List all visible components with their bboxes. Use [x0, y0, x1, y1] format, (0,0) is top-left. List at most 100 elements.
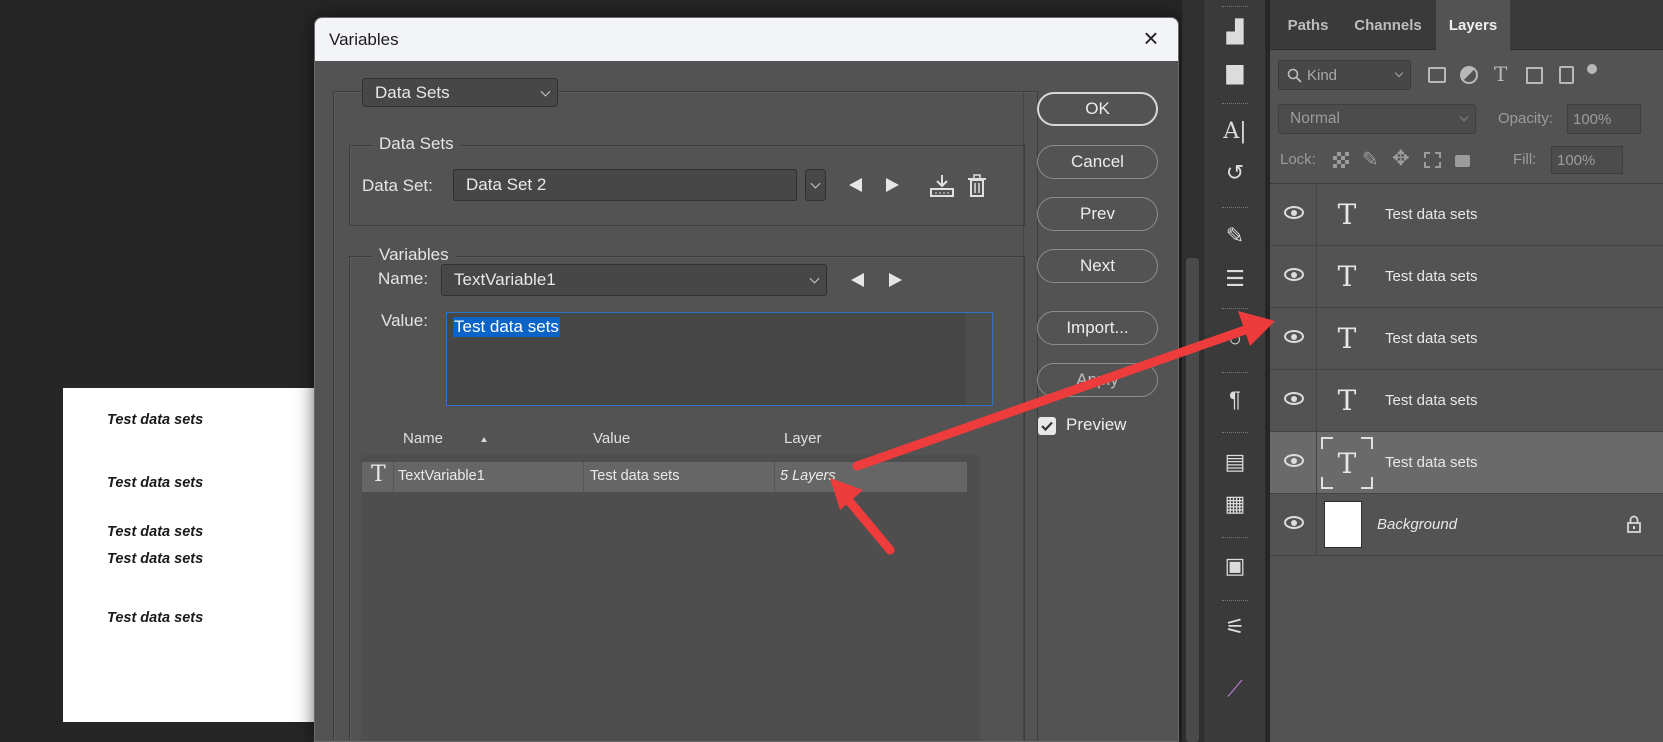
table-scrollbar[interactable] — [980, 455, 1002, 741]
brush-settings-icon[interactable]: ☰ — [1221, 265, 1249, 293]
lock-all-icon[interactable] — [1455, 155, 1470, 167]
panel-grip[interactable] — [1222, 600, 1248, 603]
chevron-down-icon — [540, 86, 551, 97]
smart-object-filter-icon[interactable] — [1559, 66, 1574, 84]
layers-panel: Paths Channels Layers Kind T Normal Opac… — [1270, 0, 1663, 742]
table-row[interactable]: T TextVariable1 Test data sets 5 Layers — [362, 462, 967, 492]
next-data-set-icon[interactable] — [886, 178, 899, 192]
table-header: Name Value Layer — [361, 429, 1002, 455]
cancel-button[interactable]: Cancel — [1037, 145, 1158, 179]
sort-ascending-icon — [481, 437, 487, 442]
brush-presets-icon[interactable]: ⟋ — [1221, 675, 1249, 703]
panel-grip[interactable] — [1222, 537, 1248, 540]
layer-name: Test data sets — [1385, 268, 1478, 285]
visibility-eye-icon[interactable] — [1284, 516, 1304, 529]
variable-name-value: TextVariable1 — [454, 270, 556, 289]
layer-name: Test data sets — [1385, 330, 1478, 347]
column-header-layer[interactable]: Layer — [784, 430, 822, 447]
value-scrollbar[interactable] — [966, 313, 992, 405]
data-set-field[interactable]: Data Set 2 — [453, 169, 797, 201]
layer-row-background[interactable]: Background — [1270, 494, 1663, 556]
close-icon[interactable]: × — [1138, 25, 1164, 52]
cell-layer: 5 Layers — [780, 468, 836, 484]
lock-label: Lock: — [1280, 151, 1316, 168]
canvas-document: Test data sets Test data sets Test data … — [63, 388, 343, 722]
visibility-eye-icon[interactable] — [1284, 392, 1304, 405]
save-data-set-icon[interactable] — [929, 173, 955, 199]
tab-channels[interactable]: Channels — [1342, 0, 1434, 50]
visibility-eye-icon[interactable] — [1284, 206, 1304, 219]
data-set-label: Data Set: — [362, 176, 433, 195]
column-header-name[interactable]: Name — [403, 430, 443, 447]
adjustments-icon[interactable]: ⚟ — [1221, 613, 1249, 641]
properties-icon[interactable]: ▤ — [1221, 448, 1249, 476]
shape-filter-icon[interactable] — [1526, 67, 1543, 84]
variable-name-dropdown[interactable]: TextVariable1 — [441, 264, 827, 296]
lock-transparent-icon[interactable] — [1333, 152, 1349, 168]
history-icon[interactable]: ↺ — [1221, 159, 1249, 187]
panel-grip[interactable] — [1222, 432, 1248, 435]
value-text-selection: Test data sets — [453, 317, 560, 337]
type-filter-icon[interactable]: T — [1494, 62, 1507, 86]
panel-grip[interactable] — [1222, 6, 1248, 9]
mode-dropdown[interactable]: Data Sets — [362, 78, 558, 107]
import-button[interactable]: Import... — [1037, 311, 1158, 345]
layer-name: Background — [1377, 516, 1458, 533]
trash-icon[interactable] — [967, 174, 987, 198]
ok-button[interactable]: OK — [1037, 92, 1158, 126]
apply-button[interactable]: Apply — [1037, 363, 1158, 397]
paragraph-icon[interactable]: ¶ — [1221, 386, 1249, 414]
brushes-icon[interactable]: ✎ — [1221, 222, 1249, 250]
layer-row-selected[interactable]: T Test data sets — [1270, 432, 1663, 494]
lock-artboard-icon[interactable] — [1424, 152, 1441, 168]
data-set-dropdown-button[interactable] — [805, 169, 826, 201]
opacity-field[interactable]: 100% — [1567, 104, 1641, 134]
canvas-text-layer: Test data sets — [107, 551, 204, 567]
next-variable-icon[interactable] — [889, 273, 902, 287]
layer-filter-dropdown[interactable]: Kind — [1278, 60, 1411, 90]
pixel-filter-icon[interactable] — [1428, 67, 1446, 83]
row-divider — [1316, 184, 1317, 245]
cell-value: Test data sets — [590, 468, 680, 484]
tab-layers[interactable]: Layers — [1436, 0, 1510, 50]
column-header-value[interactable]: Value — [593, 430, 630, 447]
panel-grip[interactable] — [1222, 372, 1248, 375]
panel-scroll-thumb[interactable] — [1186, 258, 1199, 742]
layer-row[interactable]: T Test data sets — [1270, 184, 1663, 246]
layer-row[interactable]: T Test data sets — [1270, 246, 1663, 308]
panel-grip[interactable] — [1222, 308, 1248, 311]
layer-row[interactable]: T Test data sets — [1270, 308, 1663, 370]
next-button[interactable]: Next — [1037, 249, 1158, 283]
value-textarea[interactable]: Test data sets — [446, 312, 993, 406]
libraries-icon[interactable]: ▣ — [1221, 552, 1249, 580]
visibility-eye-icon[interactable] — [1284, 330, 1304, 343]
preview-checkbox[interactable] — [1038, 417, 1056, 435]
mode-dropdown-label: Data Sets — [375, 82, 450, 102]
comments-icon[interactable]: ▆ — [1221, 58, 1249, 86]
visibility-eye-icon[interactable] — [1284, 268, 1304, 281]
text-variable-icon: T — [371, 462, 386, 487]
plugins-icon[interactable]: ▟ — [1221, 18, 1249, 46]
row-divider — [1316, 308, 1317, 369]
panel-grip[interactable] — [1222, 207, 1248, 210]
layer-row[interactable]: T Test data sets — [1270, 370, 1663, 432]
character-icon[interactable]: A| — [1221, 118, 1249, 146]
opacity-label: Opacity: — [1498, 110, 1554, 127]
tab-paths[interactable]: Paths — [1276, 0, 1340, 50]
panel-grip[interactable] — [1222, 103, 1248, 106]
visibility-eye-icon[interactable] — [1284, 454, 1304, 467]
lock-image-icon[interactable]: ✎ — [1362, 147, 1379, 172]
canvas-text-layer: Test data sets — [107, 412, 204, 428]
fill-field[interactable]: 100% — [1551, 146, 1623, 174]
adjustment-filter-icon[interactable] — [1460, 66, 1478, 84]
layer-name: Test data sets — [1385, 392, 1478, 409]
column-divider — [1023, 91, 1024, 741]
notes-icon[interactable]: ▦ — [1221, 490, 1249, 518]
previous-variable-icon[interactable] — [851, 273, 864, 287]
prev-button[interactable]: Prev — [1037, 197, 1158, 231]
filter-toggle-icon[interactable] — [1587, 64, 1597, 74]
glyphs-icon[interactable]: ○ — [1221, 325, 1249, 353]
lock-position-icon[interactable]: ✥ — [1392, 146, 1410, 171]
blend-mode-dropdown[interactable]: Normal — [1278, 104, 1476, 134]
previous-data-set-icon[interactable] — [849, 178, 862, 192]
